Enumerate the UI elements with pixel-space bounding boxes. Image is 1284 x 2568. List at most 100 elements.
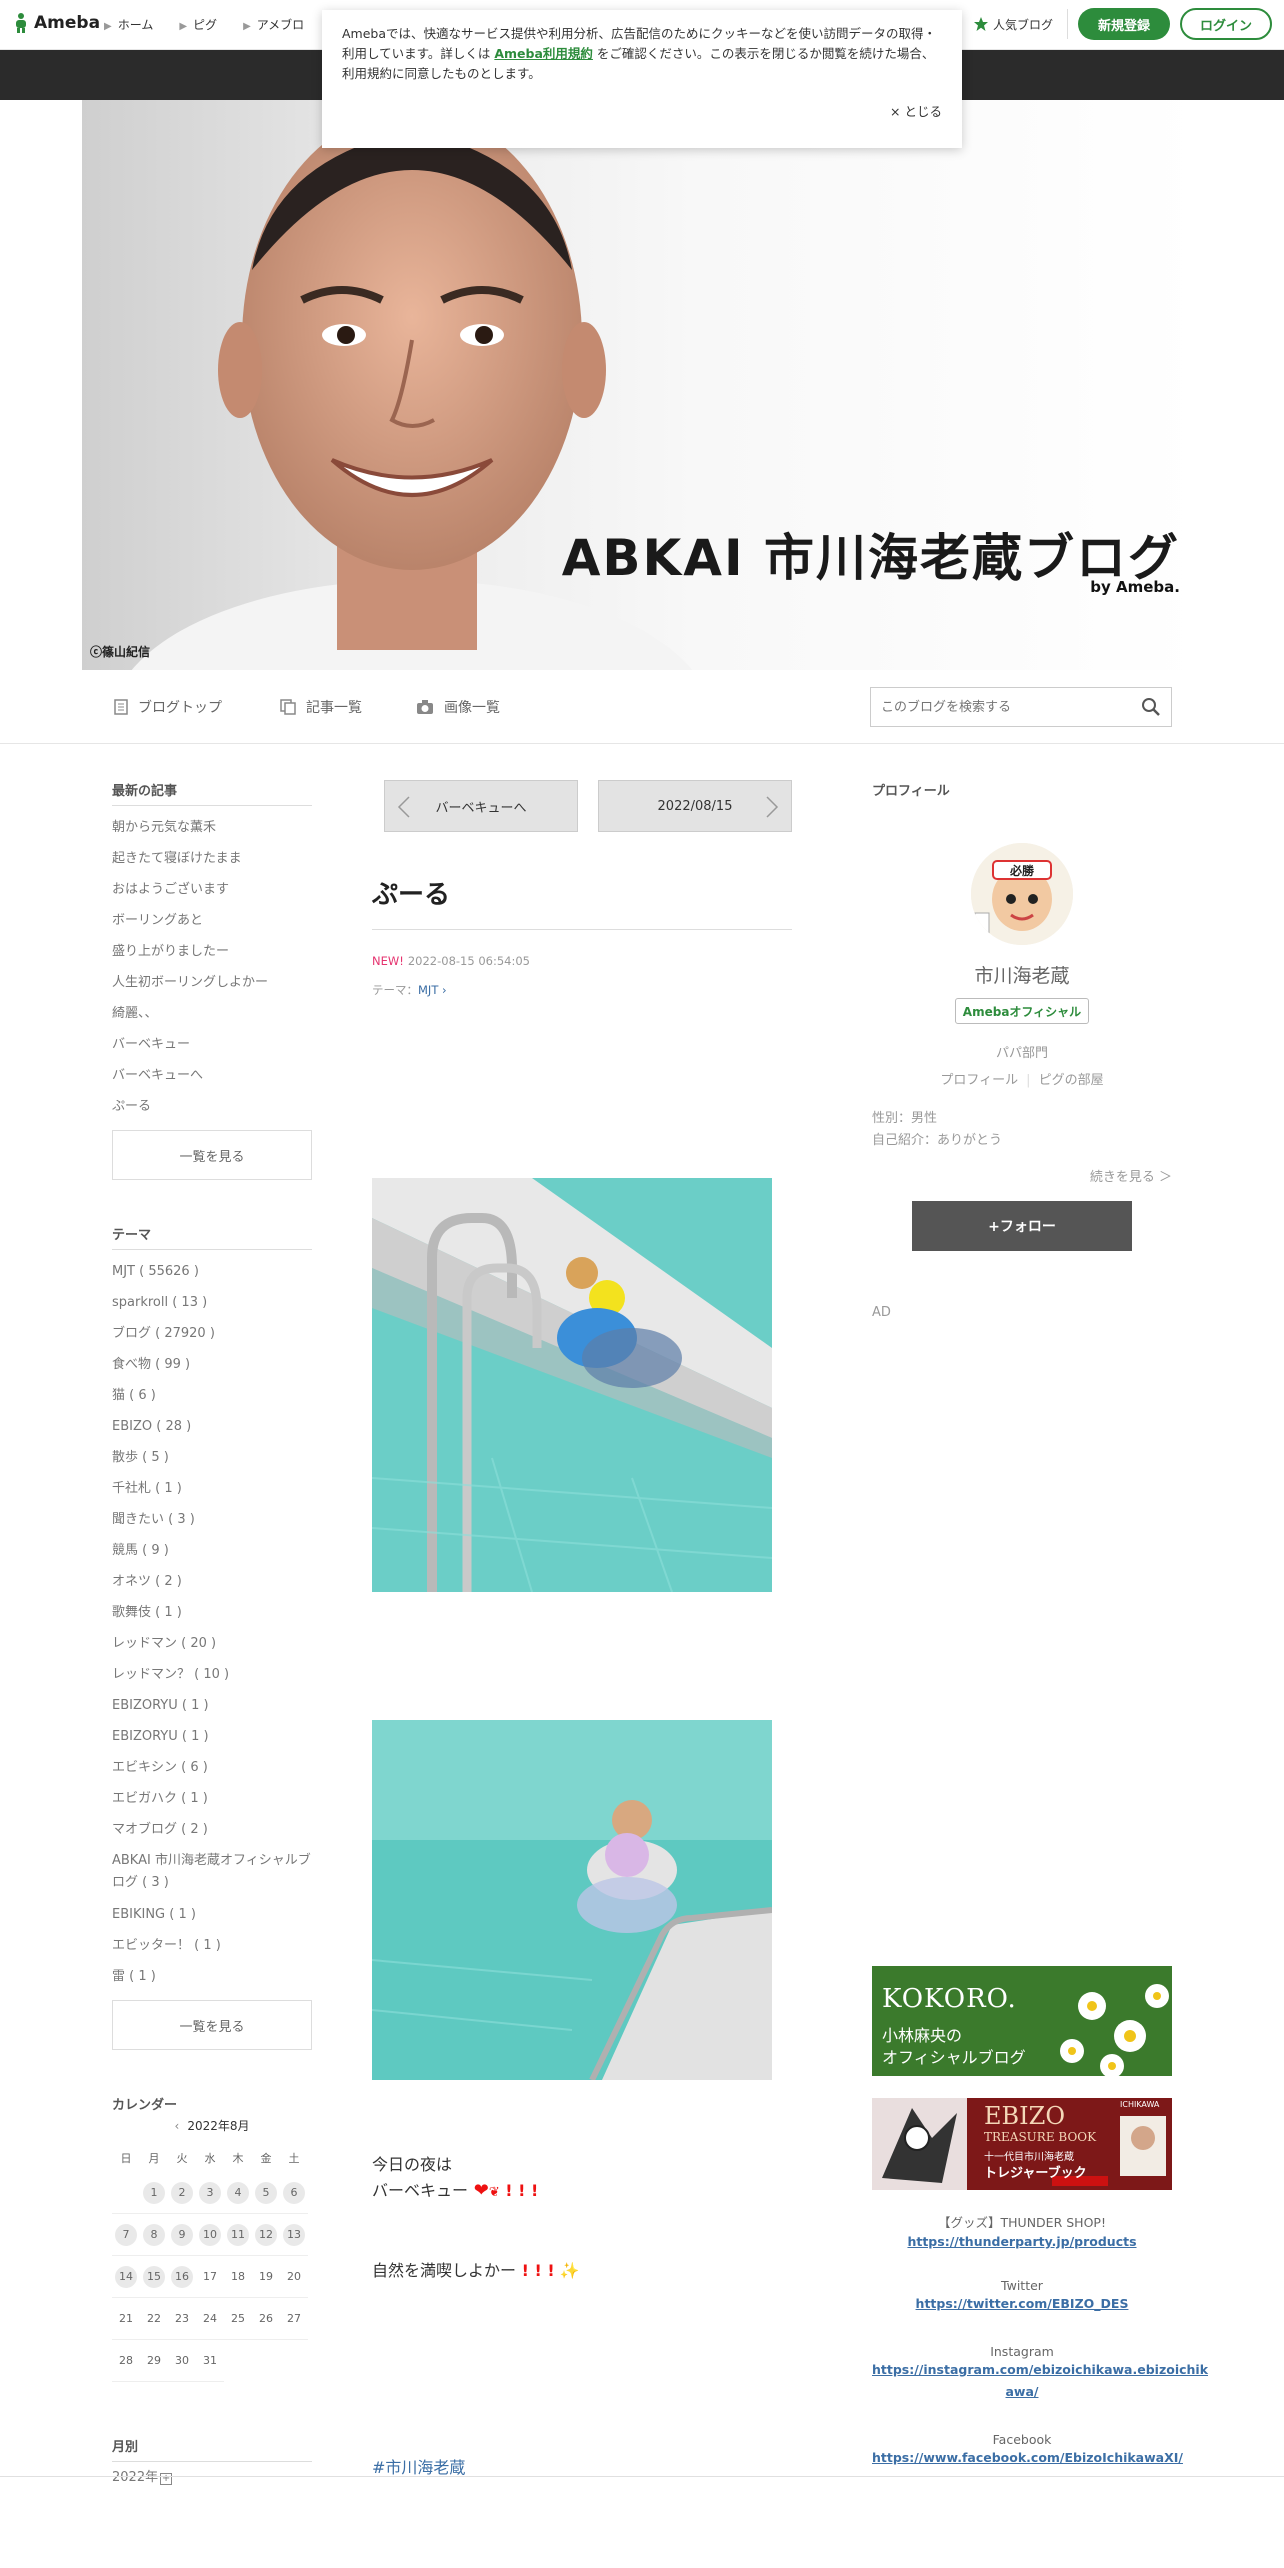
- blog-search-input[interactable]: [871, 688, 1121, 726]
- archive-year-label: 2022年: [112, 2470, 159, 2485]
- calendar-day[interactable]: 12: [252, 2214, 280, 2256]
- theme-item[interactable]: レッドマン？ ( 10 ): [112, 1659, 312, 1690]
- ebizo-treasure-book-banner[interactable]: EBIZO ICHIKAWA TREASURE BOOK 十一代目市川海老蔵 ト…: [872, 2098, 1172, 2190]
- theme-item[interactable]: EBIZO ( 28 ): [112, 1411, 312, 1442]
- follow-button[interactable]: +フォロー: [912, 1201, 1132, 1251]
- image-list-link[interactable]: 画像一覧: [416, 697, 500, 717]
- article-list-link[interactable]: 記事一覧: [280, 697, 362, 717]
- calendar-day[interactable]: 6: [280, 2172, 308, 2214]
- recent-article-item[interactable]: 盛り上がりましたー: [112, 936, 312, 967]
- calendar-day[interactable]: 16: [168, 2256, 196, 2298]
- terms-link[interactable]: Ameba利用規約: [494, 46, 593, 61]
- theme-item[interactable]: エビッター！ ( 1 ): [112, 1930, 312, 1961]
- theme-item[interactable]: 歌舞伎 ( 1 ): [112, 1597, 312, 1628]
- theme-item[interactable]: 食べ物 ( 99 ): [112, 1349, 312, 1380]
- recent-article-item[interactable]: 朝から元気な薫禾: [112, 812, 312, 843]
- ebizo-banner-subtitle: TREASURE BOOK: [984, 2130, 1097, 2144]
- recent-article-item[interactable]: 綺麗、、: [112, 998, 312, 1029]
- recent-article-item[interactable]: ぷーる: [112, 1091, 312, 1122]
- theme-item[interactable]: 散歩 ( 5 ): [112, 1442, 312, 1473]
- theme-item[interactable]: 千社札 ( 1 ): [112, 1473, 312, 1504]
- profile-category[interactable]: パパ部門: [872, 1042, 1172, 1061]
- theme-item[interactable]: sparkroll ( 13 ): [112, 1287, 312, 1318]
- hashtag-link[interactable]: #市川海老蔵: [372, 2454, 465, 2478]
- theme-item[interactable]: ABKAI 市川海老蔵オフィシャルブログ ( 3 ): [112, 1845, 312, 1899]
- recent-article-item[interactable]: 人生初ボーリングしよかー: [112, 967, 312, 998]
- calendar-day[interactable]: 5: [252, 2172, 280, 2214]
- theme-item[interactable]: ブログ ( 27920 ): [112, 1318, 312, 1349]
- blog-top-link[interactable]: ブログトップ: [114, 697, 222, 717]
- expand-plus-icon[interactable]: +: [160, 2473, 173, 2485]
- theme-item[interactable]: EBIKING ( 1 ): [112, 1899, 312, 1930]
- theme-item[interactable]: エビガハク ( 1 ): [112, 1783, 312, 1814]
- nav-ameblo-label: アメブロ: [256, 18, 305, 32]
- recent-article-item[interactable]: 起きたて寝ぼけたまま: [112, 843, 312, 874]
- theme-item[interactable]: 聞きたい ( 3 ): [112, 1504, 312, 1535]
- theme-item[interactable]: マオブログ ( 2 ): [112, 1814, 312, 1845]
- calendar-day[interactable]: 4: [224, 2172, 252, 2214]
- calendar-day: 20: [280, 2256, 308, 2298]
- nav-home[interactable]: ▶ ホーム: [104, 16, 153, 33]
- theme-item[interactable]: オネツ ( 2 ): [112, 1566, 312, 1597]
- calendar-day: 22: [140, 2298, 168, 2340]
- twitter-link[interactable]: https://twitter.com/EBIZO_DES: [872, 2293, 1172, 2315]
- kokoro-banner[interactable]: KOKORO. 小林麻央の オフィシャルブログ: [872, 1966, 1172, 2076]
- theme-item[interactable]: MJT ( 55626 ): [112, 1256, 312, 1287]
- pool-photo-2[interactable]: [372, 1720, 772, 2080]
- archive-year-item[interactable]: 2022年 +: [112, 2468, 312, 2488]
- calendar-day[interactable]: 11: [224, 2214, 252, 2256]
- register-button[interactable]: 新規登録: [1078, 8, 1170, 40]
- theme-item[interactable]: レッドマン ( 20 ): [112, 1628, 312, 1659]
- theme-item[interactable]: EBIZORYU ( 1 ): [112, 1721, 312, 1752]
- ameba-logo[interactable]: Ameba: [12, 12, 100, 34]
- recent-article-item[interactable]: バーベキュー: [112, 1029, 312, 1060]
- blog-title: ABKAI 市川海老蔵ブログ: [561, 529, 1180, 587]
- recent-article-item[interactable]: おはようございます: [112, 874, 312, 905]
- recent-more-button[interactable]: 一覧を見る: [112, 1130, 312, 1180]
- themes-more-button[interactable]: 一覧を見る: [112, 2000, 312, 2050]
- profile-name[interactable]: 市川海老蔵: [872, 961, 1172, 988]
- recent-article-item[interactable]: バーベキューへ: [112, 1060, 312, 1091]
- theme-item[interactable]: EBIZORYU ( 1 ): [112, 1690, 312, 1721]
- calendar-day[interactable]: 13: [280, 2214, 308, 2256]
- instagram-link-cont[interactable]: awa/: [872, 2381, 1172, 2403]
- avatar[interactable]: 必勝: [971, 843, 1073, 945]
- calendar-day[interactable]: 2: [168, 2172, 196, 2214]
- calendar-day[interactable]: 10: [196, 2214, 224, 2256]
- popular-blogs-link[interactable]: 人気ブログ: [973, 9, 1068, 39]
- search-icon[interactable]: [1141, 697, 1161, 717]
- calendar-day[interactable]: 1: [140, 2172, 168, 2214]
- pig-room-link[interactable]: ピグの部屋: [1039, 1073, 1104, 1088]
- login-button[interactable]: ログイン: [1180, 8, 1272, 40]
- profile-link[interactable]: プロフィール: [940, 1073, 1018, 1088]
- calendar-day[interactable]: 3: [196, 2172, 224, 2214]
- theme-link[interactable]: MJT ›: [418, 983, 447, 997]
- theme-item[interactable]: 競馬 ( 9 ): [112, 1535, 312, 1566]
- calendar-day[interactable]: 7: [112, 2214, 140, 2256]
- theme-item[interactable]: 雷 ( 1 ): [112, 1961, 312, 1992]
- article-theme: テーマ：MJT ›: [372, 982, 792, 998]
- recent-article-item[interactable]: ボーリングあと: [112, 905, 312, 936]
- calendar-day[interactable]: 9: [168, 2214, 196, 2256]
- blog-header-image[interactable]: ABKAI 市川海老蔵ブログ by Ameba. ⓒ篠山紀信: [82, 100, 1202, 670]
- calendar-day[interactable]: 14: [112, 2256, 140, 2298]
- calendar-day[interactable]: 15: [140, 2256, 168, 2298]
- facebook-link[interactable]: https://www.facebook.com/EbizoIchikawaXI…: [872, 2447, 1183, 2469]
- theme-item[interactable]: 猫 ( 6 ): [112, 1380, 312, 1411]
- pool-photo-1[interactable]: [372, 1178, 772, 1592]
- kokoro-title: KOKORO.: [882, 1984, 1017, 2014]
- profile-more-link[interactable]: 続きを見る ＞: [872, 1166, 1172, 1185]
- next-article-button[interactable]: 2022/08/15: [598, 780, 792, 832]
- goods-link[interactable]: https://thunderparty.jp/products: [872, 2231, 1172, 2253]
- nav-pigg[interactable]: ▶ ピグ: [179, 16, 217, 33]
- calendar-day: 23: [168, 2298, 196, 2340]
- theme-item[interactable]: エビキシン ( 6 ): [112, 1752, 312, 1783]
- instagram-link[interactable]: https://instagram.com/ebizoichikawa.ebiz…: [872, 2359, 1208, 2381]
- calendar-day: 24: [196, 2298, 224, 2340]
- nav-ameblo[interactable]: ▶ アメブロ: [243, 16, 304, 33]
- chevron-left-icon[interactable]: ‹: [175, 2119, 180, 2133]
- next-article-label: 2022/08/15: [657, 798, 733, 814]
- prev-article-button[interactable]: バーベキューへ: [384, 780, 578, 832]
- cookie-close-button[interactable]: × とじる: [890, 102, 942, 122]
- calendar-day[interactable]: 8: [140, 2214, 168, 2256]
